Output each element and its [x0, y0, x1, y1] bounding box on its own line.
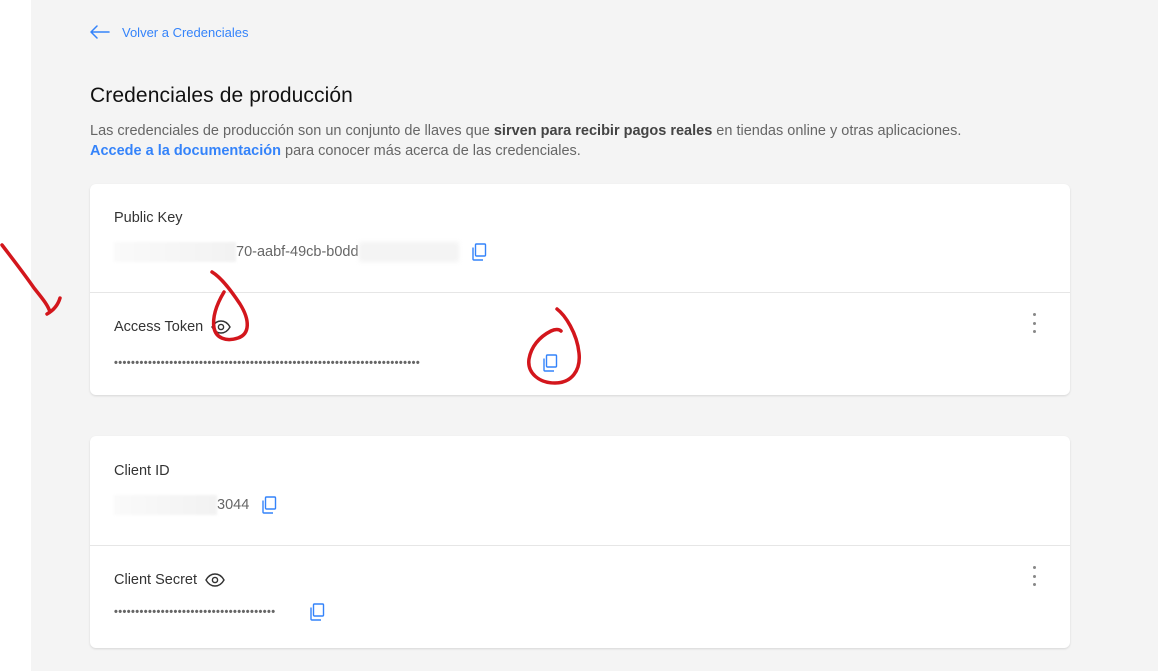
show-access-token-button[interactable] — [211, 320, 232, 334]
show-client-secret-button[interactable] — [205, 573, 225, 587]
access-token-masked: ••••••••••••••••••••••••••••••••••••••••… — [114, 357, 421, 369]
access-token-value: ••••••••••••••••••••••••••••••••••••••••… — [114, 353, 560, 373]
back-to-credentials-link[interactable]: Volver a Credenciales — [90, 22, 248, 42]
copy-public-key-button[interactable] — [469, 242, 489, 262]
client-id-label: Client ID — [114, 463, 170, 479]
page-title: Credenciales de producción — [90, 84, 353, 107]
kebab-dot — [1032, 583, 1036, 586]
client-secret-row: Client Secret ••••••••••••••••••••••••••… — [90, 546, 1070, 648]
public-key-redacted-prefix — [114, 242, 236, 262]
client-secret-value: •••••••••••••••••••••••••••••••••••••• — [114, 602, 327, 622]
more-vertical-icon — [1032, 566, 1036, 569]
description-text-3: para conocer más acerca de las credencia… — [280, 143, 581, 159]
access-token-label-text: Access Token — [114, 319, 204, 335]
client-id-value: 3044 — [114, 495, 279, 515]
more-vertical-icon — [1032, 313, 1036, 316]
access-token-row: Access Token •••••••••••••••••••••••••••… — [90, 293, 1070, 395]
client-secret-label: Client Secret — [114, 572, 225, 588]
access-token-label: Access Token — [114, 319, 232, 335]
copy-client-secret-button[interactable] — [307, 602, 327, 622]
copy-icon — [310, 603, 325, 621]
copy-client-id-button[interactable] — [259, 495, 279, 515]
arrow-left-icon — [90, 25, 110, 39]
kebab-dot — [1032, 330, 1036, 333]
client-secret-more-menu[interactable] — [1030, 566, 1038, 586]
credentials-card-keys: Public Key 70-aabf-49cb-b0dd Access Toke… — [90, 184, 1070, 395]
page-description: Las credenciales de producción son un co… — [90, 121, 1090, 161]
copy-icon — [262, 496, 277, 514]
public-key-visible: 70-aabf-49cb-b0dd — [236, 244, 359, 260]
public-key-redacted-suffix — [358, 242, 459, 262]
copy-icon — [543, 354, 558, 372]
copy-icon — [471, 243, 486, 261]
back-link-label: Volver a Credenciales — [122, 24, 249, 40]
credentials-card-client: Client ID 3044 Client Secret •••••••••••… — [90, 436, 1070, 648]
kebab-dot — [1032, 321, 1036, 325]
copy-access-token-button[interactable] — [540, 353, 560, 373]
client-secret-label-text: Client Secret — [114, 572, 198, 588]
description-text-1: Las credenciales de producción son un co… — [90, 123, 494, 139]
eye-icon — [205, 573, 225, 587]
eye-icon — [211, 320, 232, 334]
client-id-redacted-prefix — [114, 495, 217, 515]
access-token-more-menu[interactable] — [1030, 313, 1038, 333]
kebab-dot — [1032, 574, 1036, 578]
public-key-label: Public Key — [114, 210, 183, 226]
client-secret-masked: •••••••••••••••••••••••••••••••••••••• — [114, 606, 276, 618]
public-key-label-text: Public Key — [114, 210, 183, 226]
client-id-visible: 3044 — [217, 497, 250, 513]
client-id-label-text: Client ID — [114, 463, 170, 479]
documentation-link[interactable]: Accede a la documentación — [90, 143, 281, 159]
client-id-row: Client ID 3044 — [90, 436, 1070, 545]
description-text-2: en tiendas online y otras aplicaciones. — [712, 123, 962, 139]
public-key-row: Public Key 70-aabf-49cb-b0dd — [90, 184, 1070, 292]
public-key-value: 70-aabf-49cb-b0dd — [114, 242, 489, 262]
description-bold: sirven para recibir pagos reales — [493, 123, 713, 139]
